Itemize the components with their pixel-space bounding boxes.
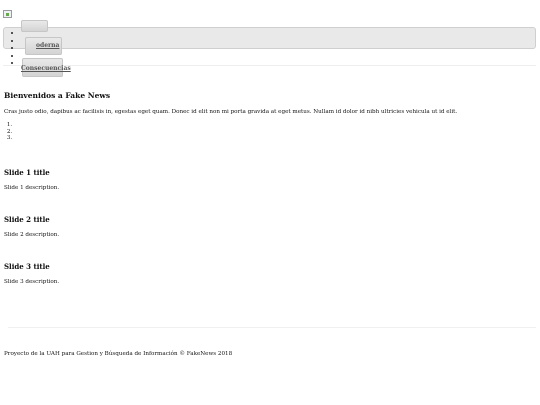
carousel-indicators xyxy=(0,122,14,142)
navbar-divider xyxy=(3,65,536,66)
slide-title: Slide 1 title xyxy=(4,168,50,177)
nav-tab-1[interactable] xyxy=(21,20,48,32)
nav-link-moderna[interactable]: oderna xyxy=(36,42,59,49)
broken-logo-image-icon xyxy=(3,10,12,18)
nav-menu: oderna Consecuencias xyxy=(0,29,21,67)
navbar xyxy=(3,27,536,49)
slide-description: Slide 2 description. xyxy=(4,232,60,238)
slide-title: Slide 2 title xyxy=(4,215,50,224)
slide-title: Slide 3 title xyxy=(4,262,50,271)
intro-text: Cras justo odio, dapibus ac facilisis in… xyxy=(4,109,458,115)
slide-description: Slide 3 description. xyxy=(4,279,60,285)
nav-link-consecuencias[interactable]: Consecuencias xyxy=(21,65,71,72)
footer-text: Proyecto de la UAH para Gestion y Búsque… xyxy=(4,351,233,357)
footer-divider xyxy=(8,327,536,328)
page-title: Bienvenidos a Fake News xyxy=(4,91,111,100)
slide-description: Slide 1 description. xyxy=(4,185,60,191)
